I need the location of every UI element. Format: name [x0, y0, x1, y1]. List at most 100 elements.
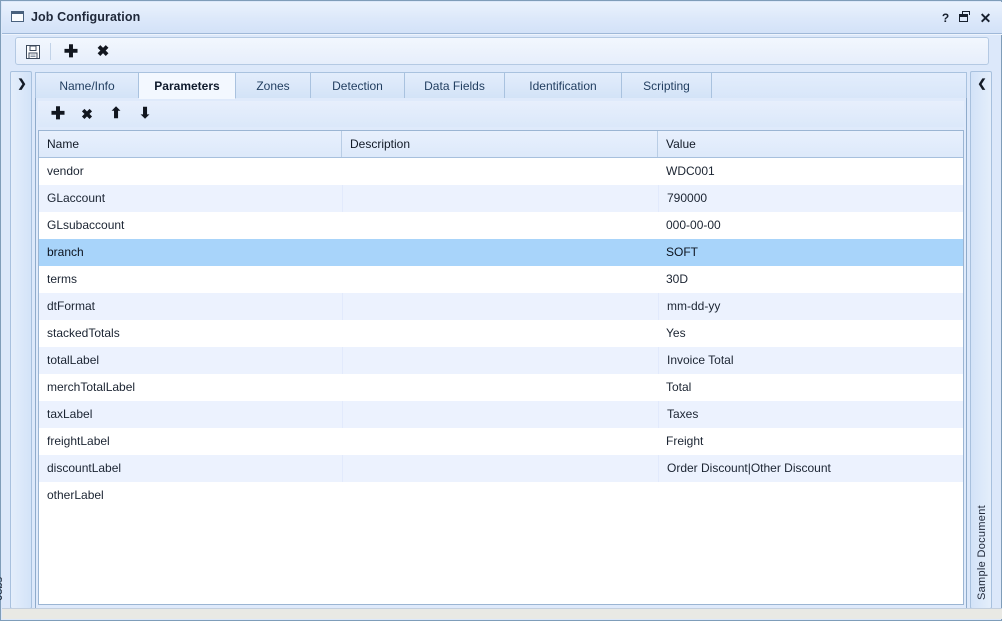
table-row[interactable]: otherLabel [39, 482, 963, 509]
help-button[interactable]: ? [938, 10, 953, 26]
table-row[interactable]: GLaccount 790000 [39, 185, 963, 212]
cell-description[interactable] [342, 347, 658, 374]
delete-job-button[interactable]: ✖ [92, 41, 114, 62]
tab-parameters[interactable]: Parameters [139, 72, 236, 99]
cell-description[interactable] [342, 239, 658, 266]
cell-description[interactable] [342, 320, 658, 347]
table-row[interactable]: GLsubaccount 000-00-00 [39, 212, 963, 239]
cell-name[interactable]: otherLabel [39, 482, 342, 509]
cell-value[interactable]: SOFT [658, 239, 963, 266]
parameters-grid-toolbar: ✚ ✖ ⬆ ⬇ [38, 101, 964, 127]
table-row[interactable]: taxLabel Taxes [39, 401, 963, 428]
restore-icon-box [959, 14, 968, 22]
jobs-panel-collapsed-rail[interactable]: ❯ Jobs [10, 71, 32, 609]
cell-value[interactable]: 30D [658, 266, 963, 293]
tab-detection[interactable]: Detection [311, 72, 405, 99]
tab-name-info[interactable]: Name/Info [35, 72, 139, 99]
floppy-disk-save-icon [26, 45, 40, 59]
page-title: Job Configuration [31, 10, 140, 24]
cell-description[interactable] [342, 185, 658, 212]
cell-name[interactable]: merchTotalLabel [39, 374, 342, 401]
table-row[interactable]: terms 30D [39, 266, 963, 293]
cell-name[interactable]: terms [39, 266, 342, 293]
tab-bar-filler [712, 72, 967, 99]
close-button[interactable]: ✕ [978, 10, 993, 26]
move-parameter-up-button[interactable]: ⬆ [104, 103, 128, 125]
cell-description[interactable] [342, 266, 658, 293]
job-configuration-window: Job Configuration ? ✕ ✚ ✖ ❯ Jobs ❮ [0, 0, 1002, 621]
table-row[interactable]: dtFormat mm-dd-yy [39, 293, 963, 320]
sample-document-rail-label: Sample Document [976, 505, 988, 600]
expand-left-chevron-icon[interactable]: ❮ [971, 77, 993, 90]
tab-scripting[interactable]: Scripting [622, 72, 712, 99]
cell-description[interactable] [342, 212, 658, 239]
sample-document-panel-collapsed-rail[interactable]: ❮ Sample Document [970, 71, 992, 609]
parameters-grid-header: NameDescriptionValue [39, 131, 963, 158]
cell-value[interactable]: 000-00-00 [658, 212, 963, 239]
toolbar-separator [50, 43, 51, 60]
column-header-value[interactable]: Value [658, 131, 963, 157]
window-status-strip [2, 608, 1002, 619]
cell-value[interactable]: Taxes [658, 401, 963, 428]
cell-description[interactable] [342, 455, 658, 482]
tab-label: Detection [332, 79, 383, 93]
table-row[interactable]: vendor WDC001 [39, 158, 963, 185]
cell-description[interactable] [342, 428, 658, 455]
cell-value[interactable]: Invoice Total [658, 347, 963, 374]
cell-value[interactable]: Total [658, 374, 963, 401]
tab-label: Name/Info [59, 79, 114, 93]
cell-name[interactable]: taxLabel [39, 401, 342, 428]
tab-data-fields[interactable]: Data Fields [405, 72, 505, 99]
cell-name[interactable]: GLsubaccount [39, 212, 342, 239]
cell-value[interactable]: mm-dd-yy [658, 293, 963, 320]
table-row[interactable]: discountLabel Order Discount|Other Discou… [39, 455, 963, 482]
delete-parameter-button[interactable]: ✖ [75, 103, 99, 125]
table-row[interactable]: freightLabel Freight [39, 428, 963, 455]
cell-description[interactable] [342, 293, 658, 320]
tab-bar: Name/Info Parameters Zones Detection Data Fi… [35, 72, 967, 99]
cell-name[interactable]: stackedTotals [39, 320, 342, 347]
tab-identification[interactable]: Identification [505, 72, 622, 99]
window-restore-icon [11, 11, 24, 22]
cell-name[interactable]: GLaccount [39, 185, 342, 212]
cell-name[interactable]: vendor [39, 158, 342, 185]
tab-label: Zones [256, 79, 289, 93]
tab-zones[interactable]: Zones [236, 72, 311, 99]
title-bar[interactable]: Job Configuration ? ✕ [2, 2, 1002, 33]
cell-description[interactable] [342, 482, 658, 509]
restore-window-button[interactable] [957, 10, 972, 26]
cell-value[interactable]: Order Discount|Other Discount [658, 455, 963, 482]
cell-name[interactable]: freightLabel [39, 428, 342, 455]
table-row[interactable]: totalLabel Invoice Total [39, 347, 963, 374]
cell-value[interactable]: Freight [658, 428, 963, 455]
cell-value[interactable] [658, 482, 963, 509]
main-toolbar: ✚ ✖ [15, 37, 989, 65]
parameters-grid-body: vendor WDC001 GLaccount 790000 GLsubaccount 0… [39, 158, 963, 509]
cell-value[interactable]: Yes [658, 320, 963, 347]
move-parameter-down-button[interactable]: ⬇ [133, 103, 157, 125]
cell-name[interactable]: branch [39, 239, 342, 266]
tab-label: Data Fields [424, 79, 485, 93]
cell-value[interactable]: WDC001 [658, 158, 963, 185]
column-header-description[interactable]: Description [342, 131, 658, 157]
table-row[interactable]: stackedTotals Yes [39, 320, 963, 347]
add-job-button[interactable]: ✚ [60, 41, 82, 62]
cell-description[interactable] [342, 374, 658, 401]
cell-description[interactable] [342, 158, 658, 185]
expand-right-chevron-icon[interactable]: ❯ [11, 77, 33, 90]
add-parameter-button[interactable]: ✚ [46, 103, 70, 125]
cell-name[interactable]: discountLabel [39, 455, 342, 482]
table-row[interactable]: branch SOFT [39, 239, 963, 266]
save-button[interactable] [22, 41, 44, 62]
cell-name[interactable]: dtFormat [39, 293, 342, 320]
table-row[interactable]: merchTotalLabel Total [39, 374, 963, 401]
parameters-grid: NameDescriptionValue vendorWDC001GLaccou… [38, 130, 964, 605]
cell-name[interactable]: totalLabel [39, 347, 342, 374]
column-header-name[interactable]: Name [39, 131, 342, 157]
tab-label: Identification [529, 79, 596, 93]
tab-label: Parameters [154, 79, 219, 93]
cell-value[interactable]: 790000 [658, 185, 963, 212]
parameters-tab-panel: ✚ ✖ ⬆ ⬇ NameDescriptionValue vendor WDC00… [35, 98, 967, 609]
titlebar-divider [2, 33, 1002, 35]
cell-description[interactable] [342, 401, 658, 428]
